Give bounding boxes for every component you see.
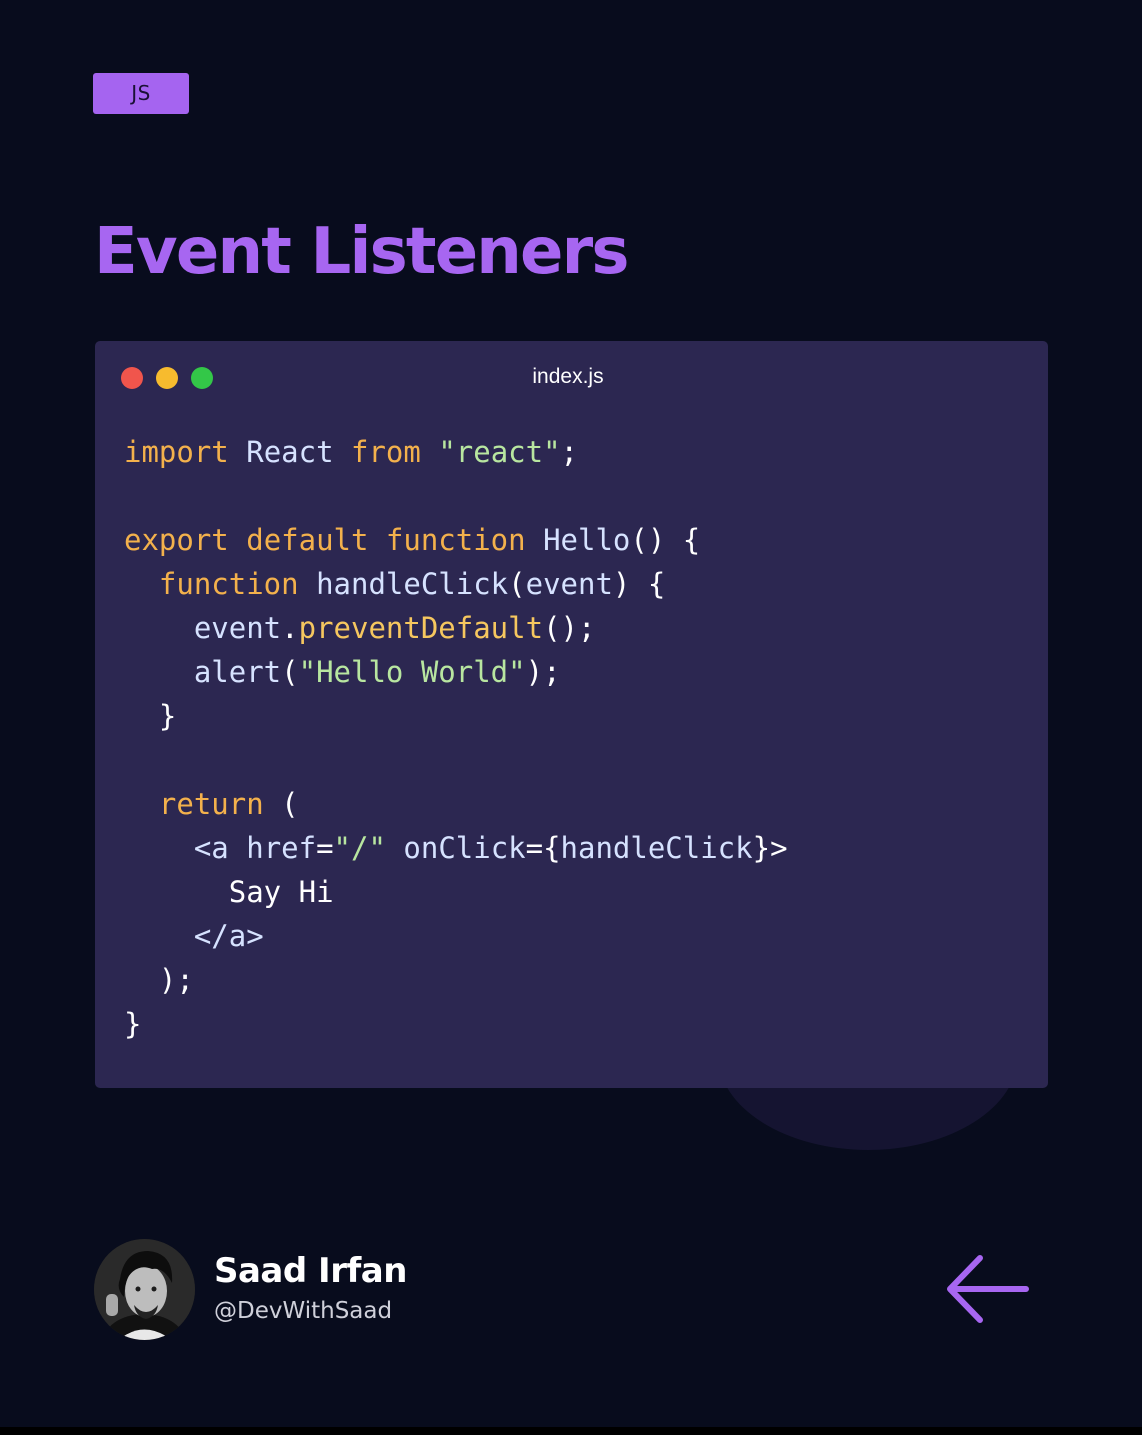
author-handle[interactable]: @DevWithSaad bbox=[214, 1296, 392, 1326]
code-token: handleClick bbox=[316, 567, 509, 601]
code-line: Say Hi bbox=[124, 870, 788, 914]
code-token: } bbox=[124, 699, 177, 733]
avatar[interactable] bbox=[94, 1239, 195, 1340]
code-line: import React from "react"; bbox=[124, 430, 788, 474]
code-token: default bbox=[246, 523, 369, 557]
code-line: function handleClick(event) { bbox=[124, 562, 788, 606]
code-line: } bbox=[124, 1002, 788, 1046]
page-title: Event Listeners bbox=[94, 215, 630, 289]
code-token: import bbox=[124, 435, 229, 469]
author-card: Saad Irfan @DevWithSaad bbox=[94, 1239, 434, 1341]
code-token: "/" bbox=[333, 831, 386, 865]
code-token: ); bbox=[124, 963, 194, 997]
code-token: ; bbox=[560, 435, 579, 469]
code-token: alert bbox=[193, 655, 282, 689]
code-token: React bbox=[246, 435, 334, 469]
code-token: }> bbox=[752, 831, 788, 865]
language-tag: JS bbox=[93, 73, 189, 114]
code-line: return ( bbox=[124, 782, 788, 826]
code-token: event bbox=[193, 611, 282, 645]
avatar-photo bbox=[94, 1239, 195, 1340]
file-name: index.js bbox=[532, 365, 604, 388]
code-window: index.js import React from "react"; expo… bbox=[95, 341, 1048, 1088]
code-token: = bbox=[316, 831, 334, 865]
code-token: "react" bbox=[438, 435, 561, 469]
code-token: Hello bbox=[543, 523, 631, 557]
code-token: return bbox=[158, 787, 264, 821]
code-token: } bbox=[124, 1007, 142, 1041]
code-token: ) { bbox=[612, 567, 666, 601]
code-line: } bbox=[124, 694, 788, 738]
code-token: Say Hi bbox=[228, 875, 334, 909]
code-token: from bbox=[351, 435, 421, 469]
code-token: ( bbox=[281, 655, 299, 689]
code-token: ( bbox=[263, 787, 299, 821]
code-token: export bbox=[124, 523, 229, 557]
code-token: (); bbox=[543, 611, 596, 645]
code-token: preventDefault bbox=[298, 611, 544, 645]
code-token: ={ bbox=[525, 831, 561, 865]
author-name[interactable]: Saad Irfan bbox=[214, 1250, 407, 1292]
code-block: import React from "react"; export defaul… bbox=[124, 430, 788, 1046]
code-token: event bbox=[525, 567, 613, 601]
code-line: export default function Hello() { bbox=[124, 518, 788, 562]
code-token: handleClick bbox=[560, 831, 753, 865]
code-line: event.preventDefault(); bbox=[124, 606, 788, 650]
code-line: </a> bbox=[124, 914, 788, 958]
code-line: ); bbox=[124, 958, 788, 1002]
code-token: function bbox=[158, 567, 299, 601]
code-token: </a> bbox=[193, 919, 264, 953]
code-token: "Hello World" bbox=[298, 655, 526, 689]
code-token: <a bbox=[193, 831, 229, 865]
code-token: () { bbox=[630, 523, 701, 557]
code-token: onClick bbox=[403, 831, 526, 865]
code-token: ); bbox=[525, 655, 561, 689]
bottom-strip bbox=[0, 1427, 1142, 1435]
code-line: <a href="/" onClick={handleClick}> bbox=[124, 826, 788, 870]
code-token: . bbox=[281, 611, 299, 645]
code-token: ( bbox=[508, 567, 526, 601]
code-line: alert("Hello World"); bbox=[124, 650, 788, 694]
arrow-left-icon[interactable] bbox=[940, 1250, 1034, 1328]
code-token: href bbox=[246, 831, 317, 865]
code-token: function bbox=[385, 523, 526, 557]
